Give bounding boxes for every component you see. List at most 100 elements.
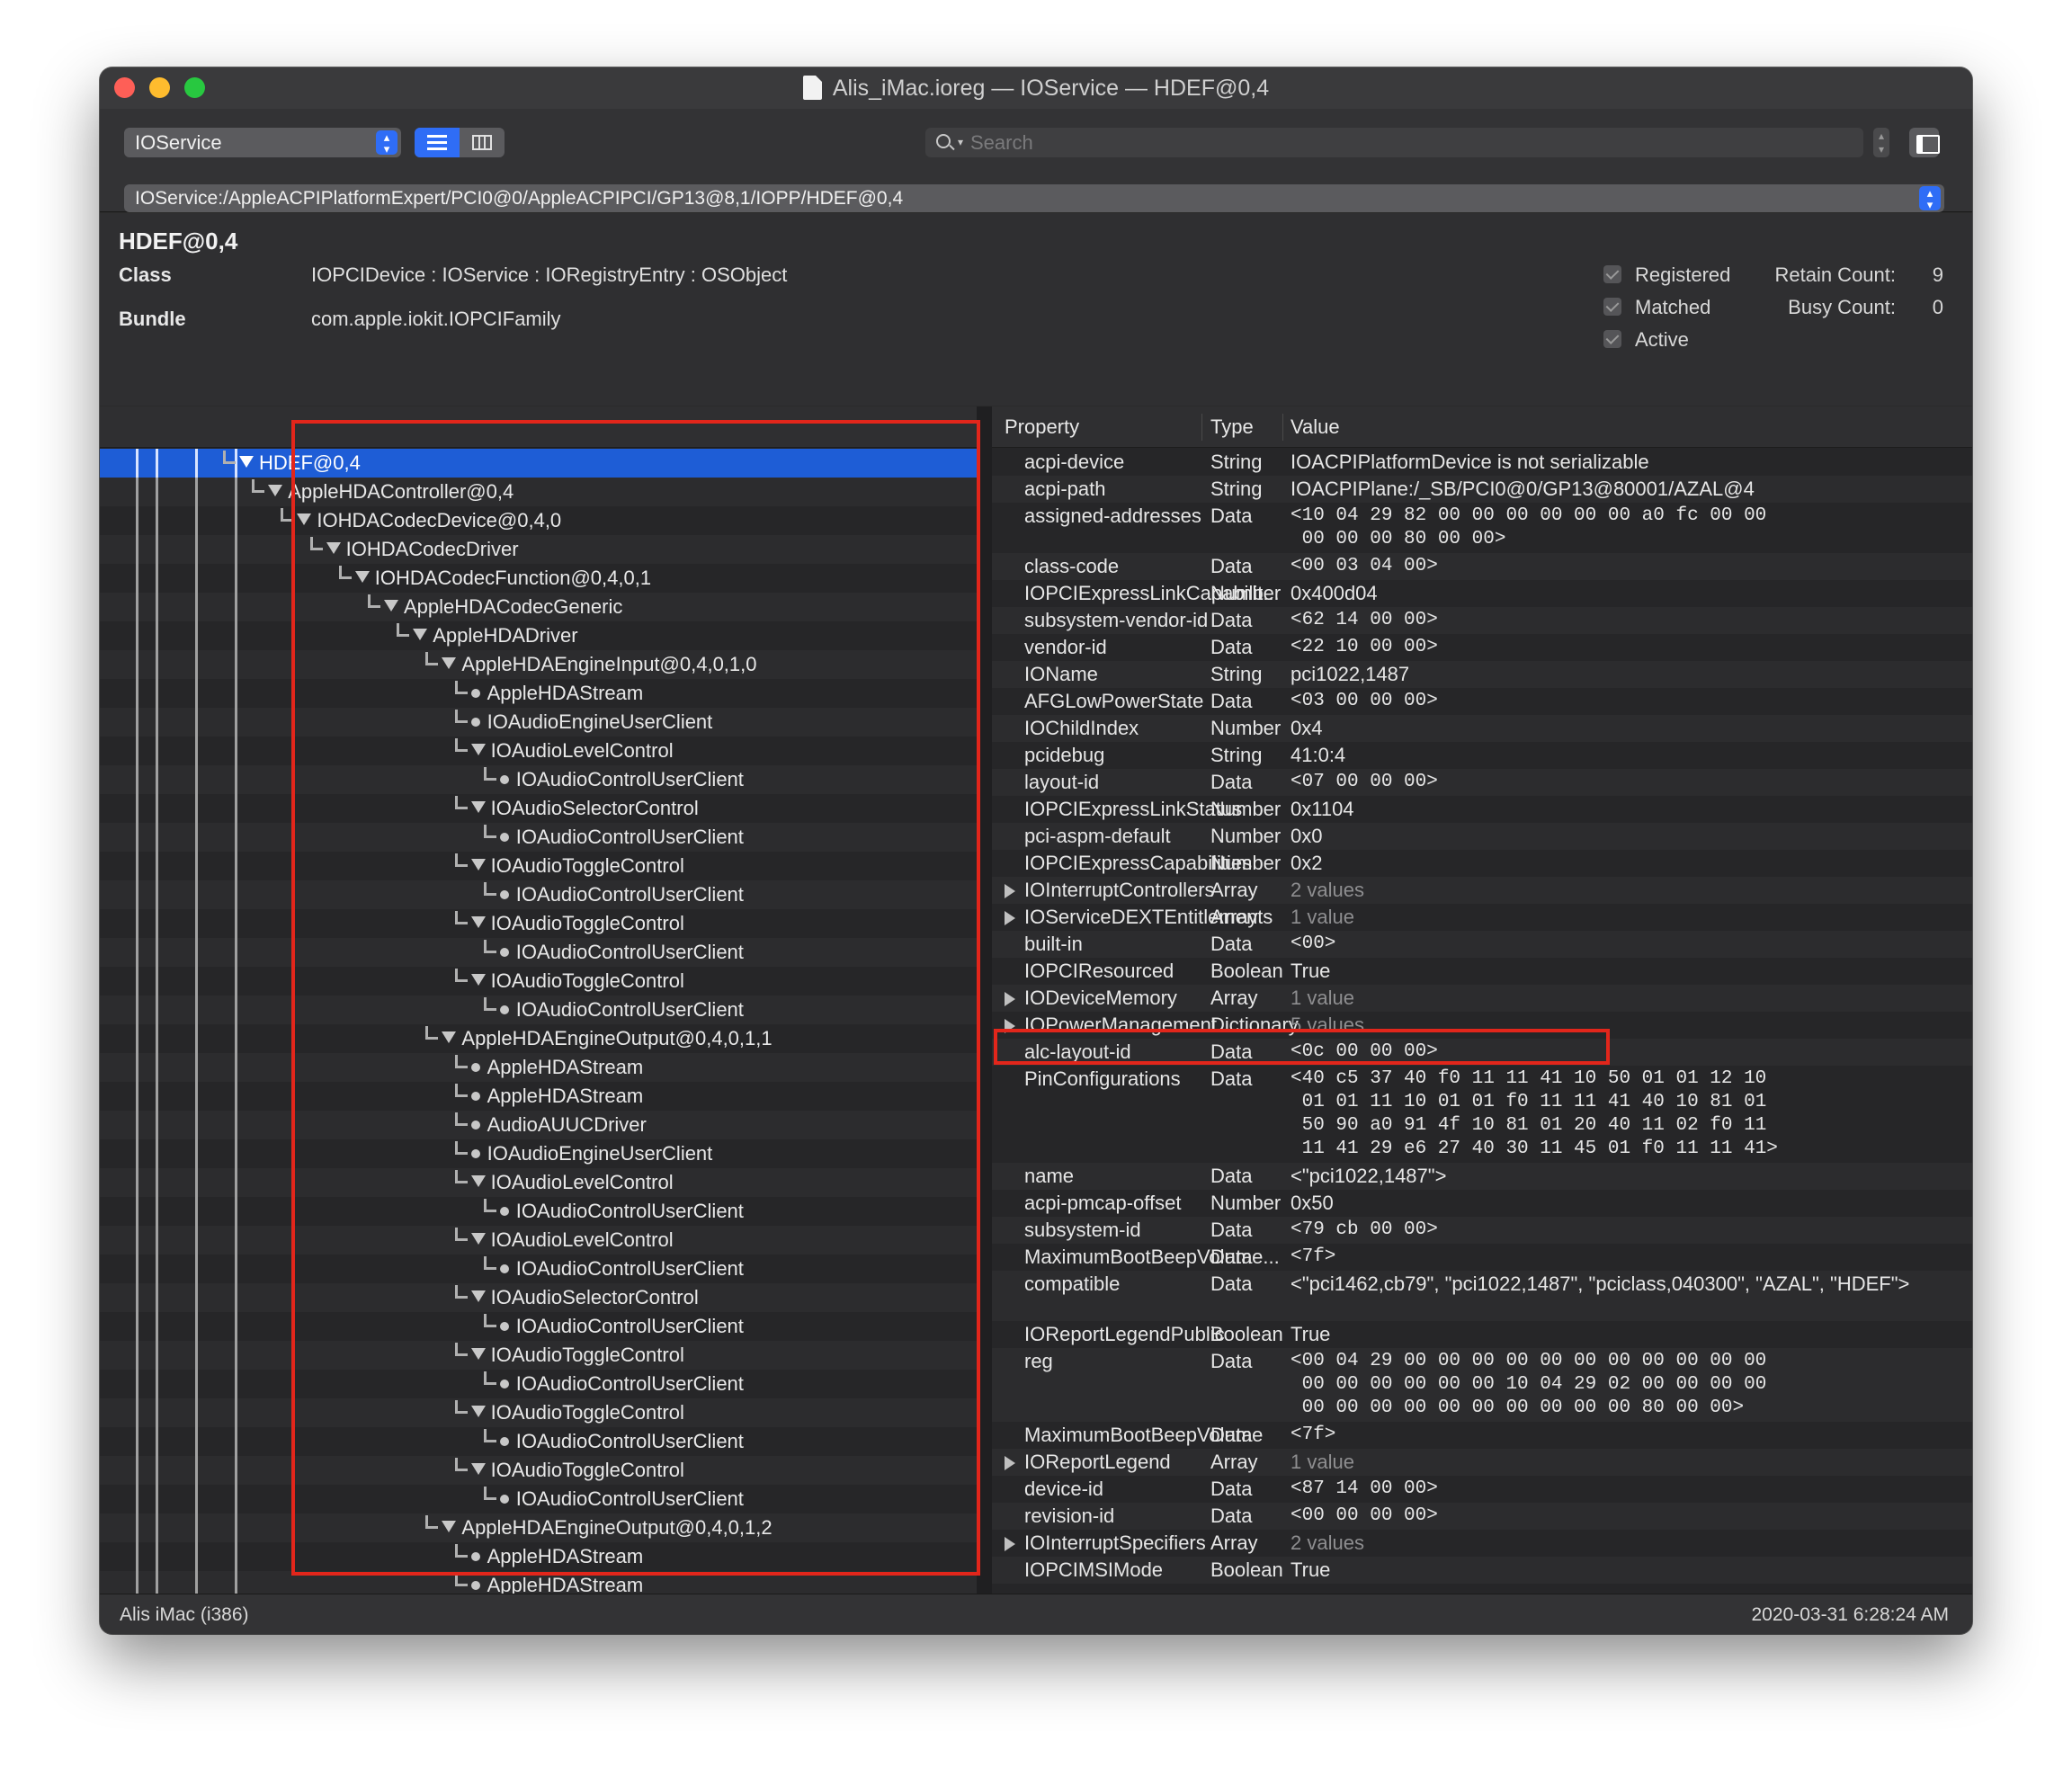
disclosure-triangle-icon[interactable] — [470, 974, 486, 986]
disclosure-triangle-icon[interactable] — [268, 485, 283, 496]
disclosure-triangle-icon[interactable] — [297, 513, 312, 525]
disclosure-triangle-icon[interactable] — [1005, 992, 1015, 1006]
property-row[interactable]: IOPCIResourced Boolean True — [992, 958, 1972, 985]
tree-row[interactable]: AppleHDACodecGeneric — [100, 593, 977, 621]
property-row[interactable]: MaximumBootBeepVolume Data <7f> — [992, 1422, 1972, 1449]
tree-row[interactable]: AppleHDAEngineOutput@0,4,0,1,1 — [100, 1024, 977, 1053]
disclosure-triangle-icon[interactable] — [470, 801, 486, 813]
tree-row[interactable]: AppleHDAStream — [100, 1082, 977, 1111]
tree-row[interactable]: IOAudioToggleControl — [100, 1456, 977, 1485]
disclosure-triangle-icon[interactable] — [1005, 911, 1015, 925]
property-row[interactable]: PinConfigurations Data <40 c5 37 40 f0 11 … — [992, 1066, 1972, 1163]
inspector-toggle-button[interactable] — [1909, 128, 1940, 157]
property-row[interactable]: layout-id Data <07 00 00 00> — [992, 769, 1972, 796]
column-header-value[interactable]: Value — [1291, 406, 1340, 448]
disclosure-triangle-icon[interactable] — [470, 916, 486, 928]
property-row[interactable]: acpi-pmcap-offset Number 0x50 — [992, 1190, 1972, 1217]
list-view-button[interactable] — [415, 128, 460, 157]
tree-row[interactable]: IOAudioToggleControl — [100, 967, 977, 996]
property-row[interactable]: MaximumBootBeepVolume... Data <7f> — [992, 1244, 1972, 1271]
property-row[interactable]: IOInterruptSpecifiers Array 2 values — [992, 1530, 1972, 1557]
column-header-type[interactable]: Type — [1210, 406, 1254, 448]
disclosure-triangle-icon[interactable] — [470, 1290, 486, 1302]
property-row[interactable]: IOPCIExpressLinkStatus Number 0x1104 — [992, 796, 1972, 823]
property-row[interactable]: IOReportLegend Array 1 value — [992, 1449, 1972, 1476]
property-row[interactable]: acpi-path String IOACPIPlane:/_SB/PCI0@0/G… — [992, 476, 1972, 503]
tree-row[interactable]: AudioAUUCDriver — [100, 1111, 977, 1139]
property-row[interactable]: class-code Data <00 03 04 00> — [992, 553, 1972, 580]
property-row[interactable]: IOPCIExpressLinkCapabilit... Number 0x400d… — [992, 580, 1972, 607]
disclosure-triangle-icon[interactable] — [1005, 1456, 1015, 1470]
tree-row[interactable]: HDEF@0,4 — [100, 449, 977, 478]
property-row[interactable]: vendor-id Data <22 10 00 00> — [992, 634, 1972, 661]
tree-row[interactable]: IOAudioControlUserClient — [100, 765, 977, 794]
disclosure-triangle-icon[interactable] — [470, 1406, 486, 1417]
search-scope-stepper[interactable]: ▴ ▾ — [1873, 128, 1889, 157]
tree-row[interactable]: IOAudioControlUserClient — [100, 880, 977, 909]
tree-row[interactable]: IOHDACodecFunction@0,4,0,1 — [100, 564, 977, 593]
property-row[interactable]: IOInterruptControllers Array 2 values — [992, 877, 1972, 904]
tree-row[interactable]: IOHDACodecDevice@0,4,0 — [100, 506, 977, 535]
tree-row[interactable]: IOAudioControlUserClient — [100, 1370, 977, 1398]
disclosure-triangle-icon[interactable] — [413, 629, 428, 640]
tree-row[interactable]: IOAudioToggleControl — [100, 1398, 977, 1427]
tree-row[interactable]: IOHDACodecDriver — [100, 535, 977, 564]
property-row[interactable]: revision-id Data <00 00 00 00> — [992, 1503, 1972, 1530]
disclosure-triangle-icon[interactable] — [354, 571, 370, 583]
tree-row[interactable]: IOAudioEngineUserClient — [100, 708, 977, 737]
property-row[interactable]: IOServiceDEXTEntitlements Array 1 value — [992, 904, 1972, 931]
tree-row[interactable]: IOAudioLevelControl — [100, 737, 977, 765]
split-view-divider[interactable] — [977, 406, 992, 1594]
tree-row[interactable]: IOAudioLevelControl — [100, 1168, 977, 1197]
tree-row[interactable]: IOAudioControlUserClient — [100, 1427, 977, 1456]
disclosure-triangle-icon[interactable] — [470, 1175, 486, 1187]
property-row[interactable]: IODeviceMemory Array 1 value — [992, 985, 1972, 1012]
property-row[interactable]: AFGLowPowerState Data <03 00 00 00> — [992, 688, 1972, 715]
property-row[interactable]: acpi-device String IOACPIPlatformDevice is… — [992, 449, 1972, 476]
tree-row[interactable]: IOAudioControlUserClient — [100, 1255, 977, 1283]
tree-row[interactable]: IOAudioLevelControl — [100, 1226, 977, 1255]
search-field[interactable]: ▾ — [925, 128, 1863, 157]
tree-row[interactable]: IOAudioSelectorControl — [100, 1283, 977, 1312]
tree-row[interactable]: IOAudioControlUserClient — [100, 823, 977, 852]
tree-row[interactable]: AppleHDAEngineInput@0,4,0,1,0 — [100, 650, 977, 679]
disclosure-triangle-icon[interactable] — [326, 542, 341, 554]
property-row[interactable]: device-id Data <87 14 00 00> — [992, 1476, 1972, 1503]
property-row[interactable]: name Data <"pci1022,1487"> — [992, 1163, 1972, 1190]
property-row[interactable]: IOPowerManagement Dictionary 5 values — [992, 1012, 1972, 1039]
disclosure-triangle-icon[interactable] — [470, 1463, 486, 1475]
property-row[interactable]: assigned-addresses Data <10 04 29 82 00 00… — [992, 503, 1972, 553]
tree-row[interactable]: IOAudioToggleControl — [100, 909, 977, 938]
tree-row[interactable]: IOAudioEngineUserClient — [100, 1139, 977, 1168]
property-row[interactable]: IOChildIndex Number 0x4 — [992, 715, 1972, 742]
disclosure-triangle-icon[interactable] — [442, 1031, 457, 1043]
property-row[interactable]: compatible Data <"pci1462,cb79", "pci1022,… — [992, 1271, 1972, 1321]
path-select[interactable]: IOService:/AppleACPIPlatformExpert/PCI0@… — [124, 184, 1944, 212]
property-row[interactable]: built-in Data <00> — [992, 931, 1972, 958]
tree-row[interactable]: IOAudioSelectorControl — [100, 794, 977, 823]
property-row[interactable]: IOName String pci1022,1487 — [992, 661, 1972, 688]
tree-row[interactable]: IOAudioControlUserClient — [100, 996, 977, 1024]
disclosure-triangle-icon[interactable] — [470, 1233, 486, 1245]
tree-row[interactable]: AppleHDAStream — [100, 1542, 977, 1571]
disclosure-triangle-icon[interactable] — [442, 657, 457, 669]
property-row[interactable]: pcidebug String 41:0:4 — [992, 742, 1972, 769]
disclosure-triangle-icon[interactable] — [470, 859, 486, 871]
plane-select[interactable]: IOService ▴ ▾ — [124, 128, 401, 157]
tree-row[interactable]: IOAudioControlUserClient — [100, 1197, 977, 1226]
property-row[interactable]: subsystem-vendor-id Data <62 14 00 00> — [992, 607, 1972, 634]
tree-row[interactable]: AppleHDAStream — [100, 1571, 977, 1594]
disclosure-triangle-icon[interactable] — [239, 456, 254, 468]
disclosure-triangle-icon[interactable] — [442, 1521, 457, 1532]
disclosure-triangle-icon[interactable] — [1005, 1019, 1015, 1033]
tree-row[interactable]: AppleHDAEngineOutput@0,4,0,1,2 — [100, 1514, 977, 1542]
tree-row[interactable]: AppleHDAController@0,4 — [100, 478, 977, 506]
tree-row[interactable]: IOAudioToggleControl — [100, 852, 977, 880]
column-view-button[interactable] — [460, 128, 505, 157]
disclosure-triangle-icon[interactable] — [1005, 1537, 1015, 1551]
tree-row[interactable]: IOAudioControlUserClient — [100, 1312, 977, 1341]
tree-row[interactable]: AppleHDAStream — [100, 1053, 977, 1082]
tree-row[interactable]: IOAudioControlUserClient — [100, 1485, 977, 1514]
tree-row[interactable]: IOAudioControlUserClient — [100, 938, 977, 967]
property-row[interactable]: IOPCIExpressCapabilities Number 0x2 — [992, 850, 1972, 877]
